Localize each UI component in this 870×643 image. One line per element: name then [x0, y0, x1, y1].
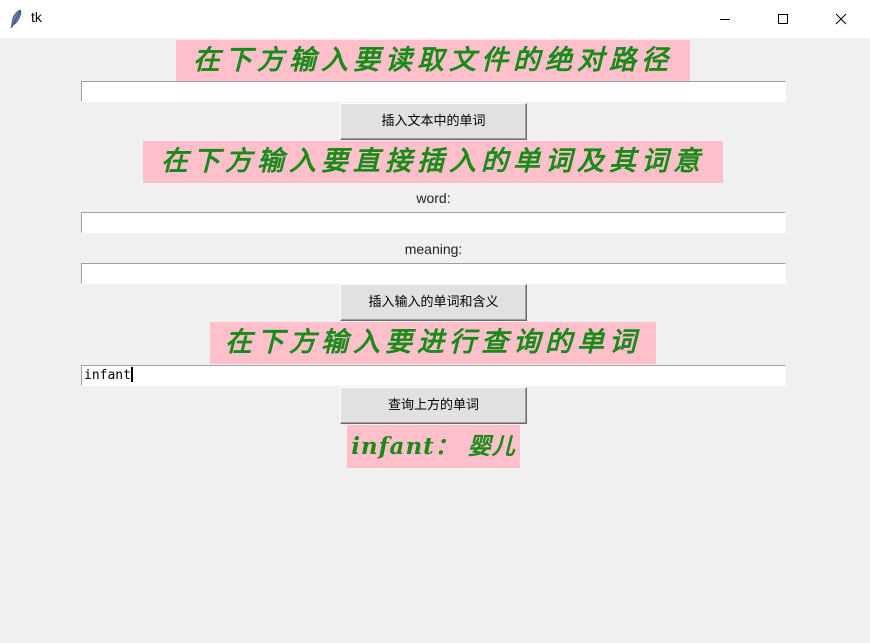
- query-result: infant： 婴儿: [347, 425, 520, 468]
- query-button[interactable]: 查询上方的单词: [340, 387, 527, 424]
- file-path-heading: 在下方输入要读取文件的绝对路径: [176, 40, 690, 82]
- text-caret: [130, 367, 133, 382]
- word-input[interactable]: [81, 212, 786, 233]
- query-input-text: infant: [84, 368, 131, 383]
- file-path-input[interactable]: [81, 81, 786, 102]
- query-input[interactable]: infant: [81, 365, 786, 386]
- maximize-icon: [777, 13, 789, 25]
- feather-icon: [9, 9, 23, 29]
- close-icon: [835, 13, 847, 25]
- close-button[interactable]: [812, 0, 870, 38]
- title-bar: tk: [0, 0, 870, 38]
- window-title: tk: [31, 9, 42, 25]
- direct-insert-heading: 在下方输入要直接插入的单词及其词意: [143, 141, 723, 183]
- query-heading: 在下方输入要进行查询的单词: [210, 322, 656, 364]
- word-label: word:: [416, 190, 451, 206]
- minimize-button[interactable]: [696, 0, 754, 38]
- minimize-icon: [719, 13, 731, 25]
- insert-from-file-button[interactable]: 插入文本中的单词: [340, 103, 527, 140]
- meaning-label: meaning:: [404, 241, 463, 257]
- meaning-input[interactable]: [81, 263, 786, 284]
- maximize-button[interactable]: [754, 0, 812, 38]
- insert-word-meaning-button[interactable]: 插入输入的单词和含义: [340, 284, 527, 321]
